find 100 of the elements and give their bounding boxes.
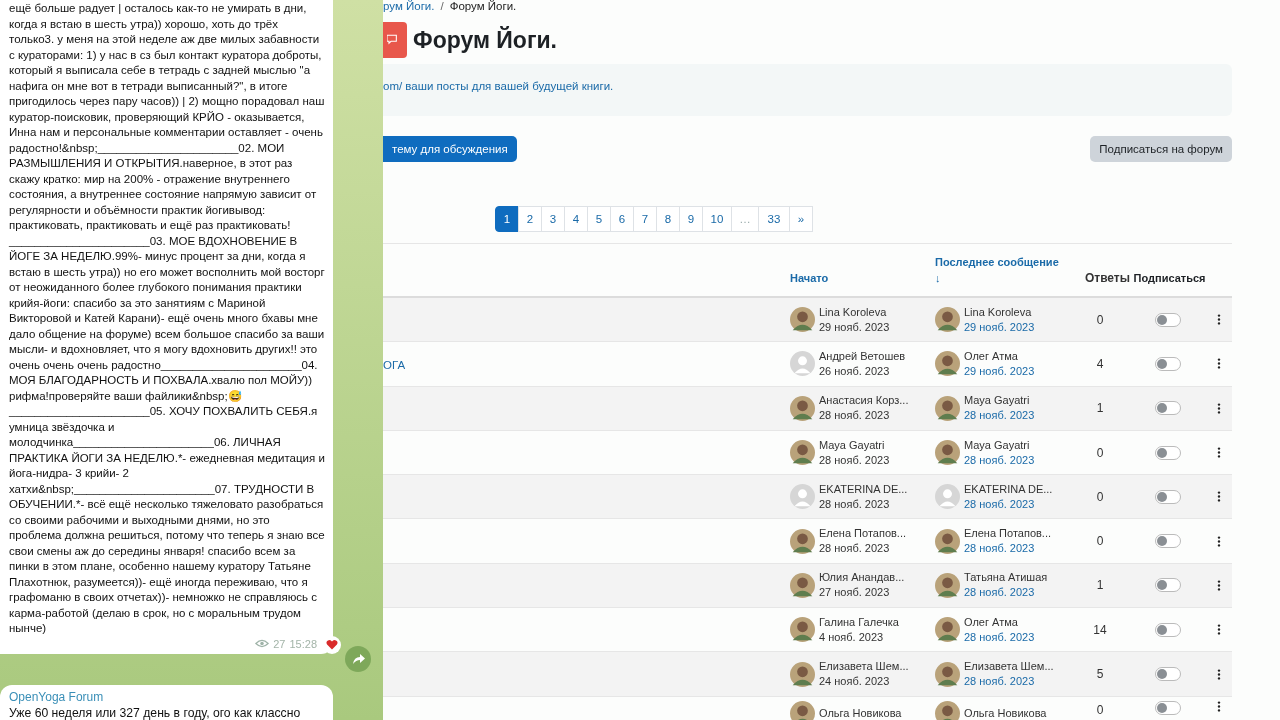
sender-name: OpenYoga Forum (9, 690, 105, 704)
column-header: Подписаться (1132, 271, 1207, 286)
view-count: 27 (273, 637, 286, 650)
post-date: 26 нояб. 2023 (819, 363, 891, 379)
subscribe-toggle[interactable] (1154, 622, 1181, 637)
more-options-icon[interactable] (1216, 314, 1221, 326)
reply-count: 0 (1096, 489, 1104, 504)
author-name: Юлия Анандав... (819, 570, 905, 586)
page-link[interactable]: 1 (495, 206, 519, 232)
post-date-link[interactable]: 28 нояб. 2023 (964, 585, 1048, 601)
post-date-link[interactable]: 28 нояб. 2023 (964, 408, 1035, 424)
post-date-link[interactable]: 28 нояб. 2023 (964, 674, 1054, 689)
author-name: EKATERINA DE... (964, 481, 1053, 497)
author-name: EKATERINA DE... (819, 481, 908, 497)
subscribe-toggle[interactable] (1154, 445, 1181, 460)
post-date: 27 нояб. 2023 (819, 585, 891, 601)
subscribe-toggle[interactable] (1154, 667, 1181, 681)
post-date: 4 нояб. 2023 (819, 629, 885, 645)
more-options-icon[interactable] (1216, 668, 1221, 680)
subscribe-toggle[interactable] (1154, 401, 1181, 416)
post-date: 24 нояб. 2023 (819, 674, 891, 689)
page-link[interactable]: 3 (541, 206, 565, 232)
author-name: Татьяна Атишая (964, 570, 1048, 586)
page-link[interactable]: 7 (633, 206, 657, 232)
author-name: Андрей Ветошев (819, 348, 906, 364)
reply-count: 1 (1096, 401, 1104, 416)
more-options-icon[interactable] (1216, 700, 1221, 712)
post-date: 28 нояб. 2023 (819, 541, 891, 557)
subscribe-toggle[interactable] (1154, 534, 1181, 549)
post-date-link[interactable]: 28 нояб. 2023 (964, 452, 1035, 468)
column-header[interactable]: Последнее сообщение ↓ (935, 254, 1070, 286)
post-date: 29 нояб. 2023 (819, 319, 890, 335)
author-name: Maya Gayatri (964, 437, 1031, 453)
page-link[interactable]: 8 (656, 206, 680, 232)
post-date: 28 нояб. 2023 (819, 496, 891, 512)
subscribe-toggle[interactable] (1154, 356, 1181, 371)
more-options-icon[interactable] (1216, 579, 1221, 591)
author-name: Maya Gayatri (819, 437, 886, 453)
post-date: 28 нояб. 2023 (819, 408, 891, 424)
page-link[interactable]: 33 (758, 206, 790, 232)
more-options-icon[interactable] (1216, 402, 1221, 414)
reply-count: 4 (1096, 356, 1104, 371)
author-name: Олег Атма (964, 614, 1019, 630)
forum-icon (383, 22, 407, 58)
more-options-icon[interactable] (1216, 447, 1221, 459)
breadcrumb-item: Форум Йоги. (449, 0, 517, 14)
post-date-link[interactable]: 28 нояб. 2023 (964, 541, 1052, 557)
breadcrumb-separator: / (440, 0, 444, 14)
page-link[interactable]: 6 (610, 206, 634, 232)
author-name: Lina Koroleva (819, 304, 888, 320)
reply-count: 14 (1093, 622, 1107, 637)
post-date: 28 нояб. 2023 (819, 452, 890, 468)
subscribe-toggle[interactable] (1154, 312, 1181, 327)
more-options-icon[interactable] (1216, 535, 1221, 547)
topic-link[interactable]: ОГА (383, 358, 406, 371)
post-date-link[interactable]: 28 нояб. 2023 (964, 496, 1053, 512)
page-link[interactable]: 2 (518, 206, 542, 232)
message-time: 15:28 (289, 637, 317, 650)
subscribe-forum-button[interactable]: Подписаться на форум (1090, 136, 1232, 162)
share-button[interactable] (345, 646, 371, 672)
author-name: Елена Потапов... (819, 526, 907, 542)
message-text: ещё больше радует | осталось как-то не умирать в дни, когда я встаю в шесть утра)) хорошо, хоть до трёх только3. у меня на этой неделе аж две милых забавности с кураторами: 1) у нас в сз был контакт куратора доброты, который я выписала себе в тетрадь с задней мыслью "а нафига он мне вот в тетради выписанный?", в итоге пригодилось через пару часов)) | 2) мощно порадовал наш куратор-поисковик, проверяющий КРЙО - оказывается, Инна нам и персональные комментарии оставляет - очень радостно!&nbsp;______________________02. МОИ РАЗМЫШЛЕНИЯ И ОТКРЫТИЯ.наверное, в этот раз скажу кратко: мир на 200% - отражение внутреннего состояния, а внутреннее состояние напрямую зависит от регулярности и объёмности практик йогивывод: практиковать, практиковать и ещё раз практиковать! ______________________03. МОЕ ВДОХНОВЕНИЕ В ЙОГЕ ЗА НЕДЕЛЮ.99%- минус процент за дни, когда я встаю в шесть утра)) но его может восполнить мой восторг от неожиданного более глубокого понимания практики крийя-йоги: спасибо за это занятиям с Мариной Викторовой и Катей Карани)- ещё очень много бхавы мне дало общение на форуме) всем большое спасибо за ваши мысли- и вдохновляет, что я могу вдохновить других!! это очень очень очень радостно______________________04. МОЯ БЛАГОДАРНОСТЬ И ПОХВАЛА.хвалю пол МОЙУ)) рифма!проверяйте ваши файлики&nbsp;😅______________________05. ХОЧУ ПОХВАЛИТЬ СЕБЯ.я умница звёздочка и молодчинка______________________06. ЛИЧНАЯ ПРАКТИКА ЙОГИ ЗА НЕДЕЛЮ.*- ежедневная медитация и йога-нидра- 3 крийи- 2 хатхи&nbsp;______________________07. ТРУДНОСТИ В ОБУЧЕНИИ.*- всё ещё несколько тяжеловато разобраться со своими рабочими и выходными днями, но это проблема должна решиться, потому что теперь я знаю все свои смены аж до середины января! спасибо всем за пинки в этом плане, особенно нашему куратору Татьяне Плахотнюк, разумеется))- ещё иногда переживаю, что я графоманю в своих отчетах))- немножко не справляюсь с карма-работой (делаю в срок, но с моральным трудом нынче) (9, 1, 325, 636)
page-link[interactable]: 4 (564, 206, 588, 232)
add-topic-button[interactable]: тему для обсуждения (383, 136, 517, 162)
more-options-icon[interactable] (1216, 624, 1221, 636)
subscribe-toggle[interactable] (1154, 578, 1181, 593)
page-link[interactable]: 9 (679, 206, 703, 232)
reply-count: 0 (1096, 312, 1104, 327)
author-name: Maya Gayatri (964, 393, 1031, 409)
post-date-link[interactable]: 29 нояб. 2023 (964, 319, 1035, 335)
author-name: Ольга Новикова (964, 707, 1047, 720)
post-date-link[interactable]: 29 нояб. 2023 (964, 363, 1035, 379)
message-text: Уже 60 неделя или 327 день в году, ого как классно (9, 706, 302, 720)
page-link[interactable]: » (789, 206, 813, 232)
column-header[interactable]: Начато (790, 270, 935, 286)
author-name: Ольга Новикова (819, 707, 902, 720)
author-name: Галина Галечка (819, 614, 899, 630)
reply-count: 0 (1096, 445, 1104, 460)
author-name: Елизавета Шем... (964, 659, 1054, 674)
more-options-icon[interactable] (1216, 358, 1221, 370)
reply-count: 1 (1096, 578, 1104, 593)
reply-count: 5 (1096, 667, 1104, 681)
author-name: Lina Koroleva (964, 304, 1033, 320)
column-header[interactable]: Ответы (1070, 270, 1132, 286)
eye-icon (255, 639, 270, 648)
page-link[interactable]: 5 (587, 206, 611, 232)
reply-count: 0 (1096, 534, 1104, 549)
breadcrumb-item[interactable]: рум Йоги. (383, 0, 435, 14)
reply-count: 0 (1096, 703, 1104, 716)
more-options-icon[interactable] (1216, 491, 1221, 503)
page-title: Форум Йоги. (413, 26, 557, 54)
author-name: Елизавета Шем... (819, 659, 909, 674)
post-date-link[interactable]: 28 нояб. 2023 (964, 629, 1035, 645)
author-name: Олег Атма (964, 348, 1019, 364)
subscribe-toggle[interactable] (1154, 700, 1181, 715)
intro-text: om/ ваши посты для вашей будущей книги. (383, 80, 614, 92)
subscribe-toggle[interactable] (1154, 489, 1181, 504)
page-link[interactable]: 10 (702, 206, 732, 232)
author-name: Елена Потапов... (964, 526, 1052, 542)
author-name: Анастасия Корз... (819, 393, 909, 409)
